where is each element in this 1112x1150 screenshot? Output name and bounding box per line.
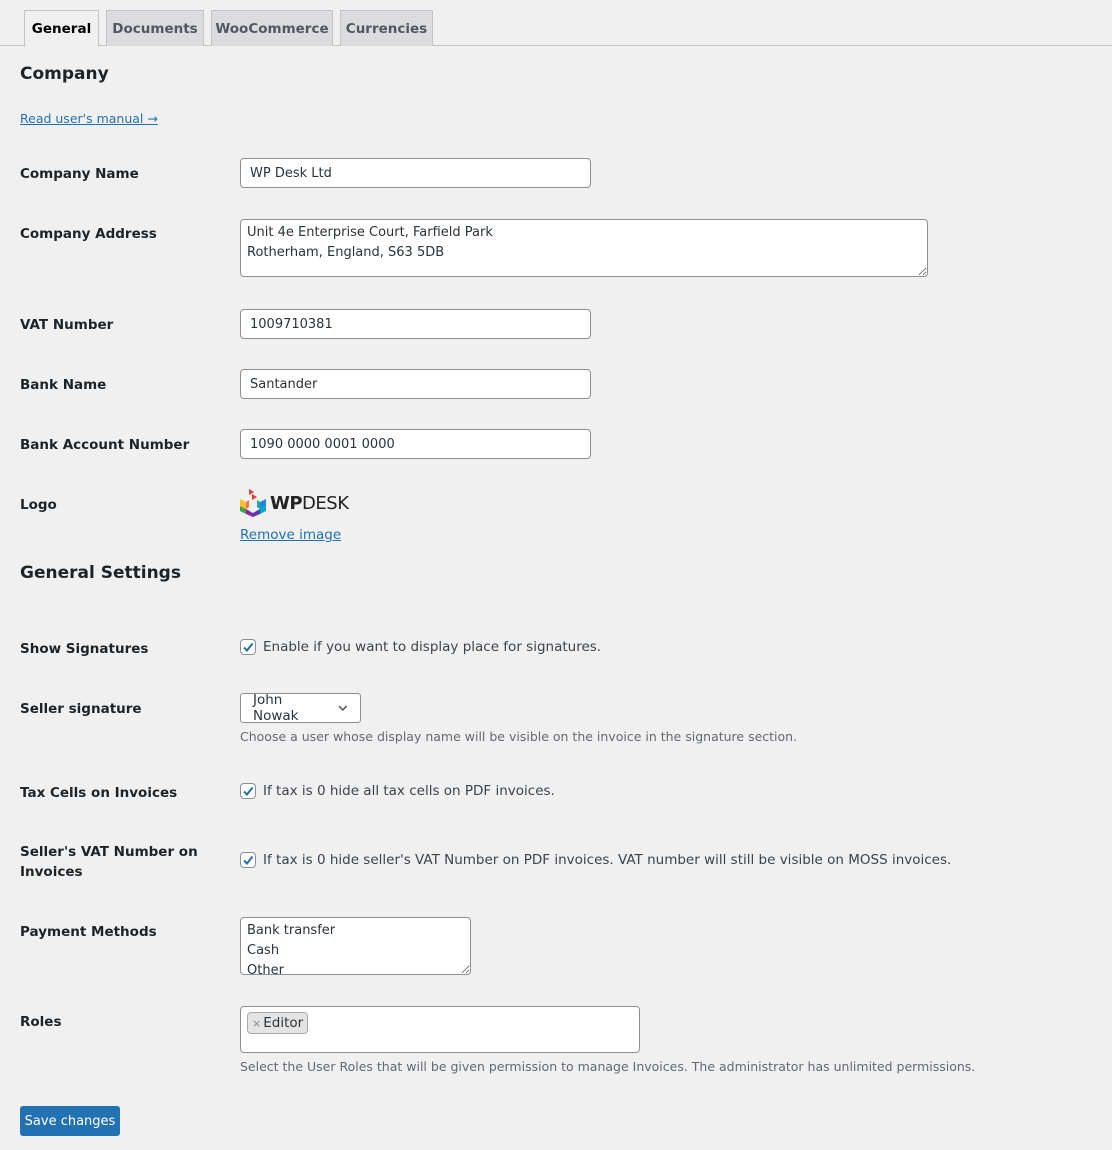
tax-cells-label: Tax Cells on Invoices <box>20 785 178 801</box>
vat-number-label: VAT Number <box>20 317 114 333</box>
company-address-label: Company Address <box>20 226 157 242</box>
settings-tabs: General Documents WooCommerce Currencies <box>0 0 1112 47</box>
roles-multiselect[interactable]: × Editor <box>240 1006 640 1053</box>
vat-number-input[interactable] <box>240 309 591 339</box>
payment-methods-textarea[interactable]: Bank transfer Cash Other <box>240 917 471 975</box>
role-tag-label: Editor <box>263 1015 304 1031</box>
tab-documents[interactable]: Documents <box>106 10 204 46</box>
tax-cells-text: If tax is 0 hide all tax cells on PDF in… <box>263 783 555 799</box>
remove-image-link[interactable]: Remove image <box>240 527 341 543</box>
show-signatures-text: Enable if you want to display place for … <box>263 639 602 655</box>
company-heading: Company <box>20 64 109 84</box>
logo-text-bold: WP <box>270 492 303 514</box>
show-signatures-label: Show Signatures <box>20 641 149 657</box>
read-manual-link[interactable]: Read user's manual → <box>20 111 158 126</box>
show-signatures-checkbox[interactable] <box>240 639 256 655</box>
seller-vat-label: Seller's VAT Number on Invoices <box>20 844 198 880</box>
logo-image: WPDESK <box>240 489 349 517</box>
show-signatures-row: Enable if you want to display place for … <box>240 639 601 655</box>
save-changes-button[interactable]: Save changes <box>20 1106 120 1136</box>
seller-signature-label: Seller signature <box>20 701 142 717</box>
tab-currencies[interactable]: Currencies <box>340 10 433 46</box>
role-tag-editor: × Editor <box>247 1012 309 1034</box>
seller-vat-checkbox[interactable] <box>240 852 256 868</box>
seller-signature-select[interactable]: John Nowak <box>240 692 361 724</box>
seller-vat-row: If tax is 0 hide seller's VAT Number on … <box>240 852 951 868</box>
company-name-label: Company Name <box>20 166 139 182</box>
chevron-down-icon <box>338 705 348 711</box>
bank-account-label: Bank Account Number <box>20 437 190 453</box>
roles-description: Select the User Roles that will be given… <box>240 1059 976 1074</box>
tab-woocommerce[interactable]: WooCommerce <box>211 10 333 46</box>
checkmark-icon <box>243 786 254 797</box>
general-settings-heading: General Settings <box>20 563 181 583</box>
seller-signature-description: Choose a user whose display name will be… <box>240 729 798 744</box>
company-name-input[interactable] <box>240 158 591 188</box>
bank-name-label: Bank Name <box>20 377 107 393</box>
logo-label: Logo <box>20 497 57 513</box>
seller-vat-text: If tax is 0 hide seller's VAT Number on … <box>263 852 952 868</box>
company-address-textarea[interactable]: Unit 4e Enterprise Court, Farfield Park … <box>240 219 928 277</box>
checkmark-icon <box>243 855 254 866</box>
tax-cells-checkbox[interactable] <box>240 783 256 799</box>
tax-cells-row: If tax is 0 hide all tax cells on PDF in… <box>240 783 555 799</box>
seller-signature-value: John Nowak <box>253 692 299 724</box>
roles-label: Roles <box>20 1014 62 1030</box>
tab-general[interactable]: General <box>24 10 99 47</box>
wpdesk-logo-icon <box>240 489 266 517</box>
payment-methods-label: Payment Methods <box>20 924 157 940</box>
bank-name-input[interactable] <box>240 369 591 399</box>
bank-account-input[interactable] <box>240 429 591 459</box>
checkmark-icon <box>243 642 254 653</box>
remove-tag-icon[interactable]: × <box>252 1017 261 1030</box>
logo-text-light: DESK <box>302 492 349 514</box>
